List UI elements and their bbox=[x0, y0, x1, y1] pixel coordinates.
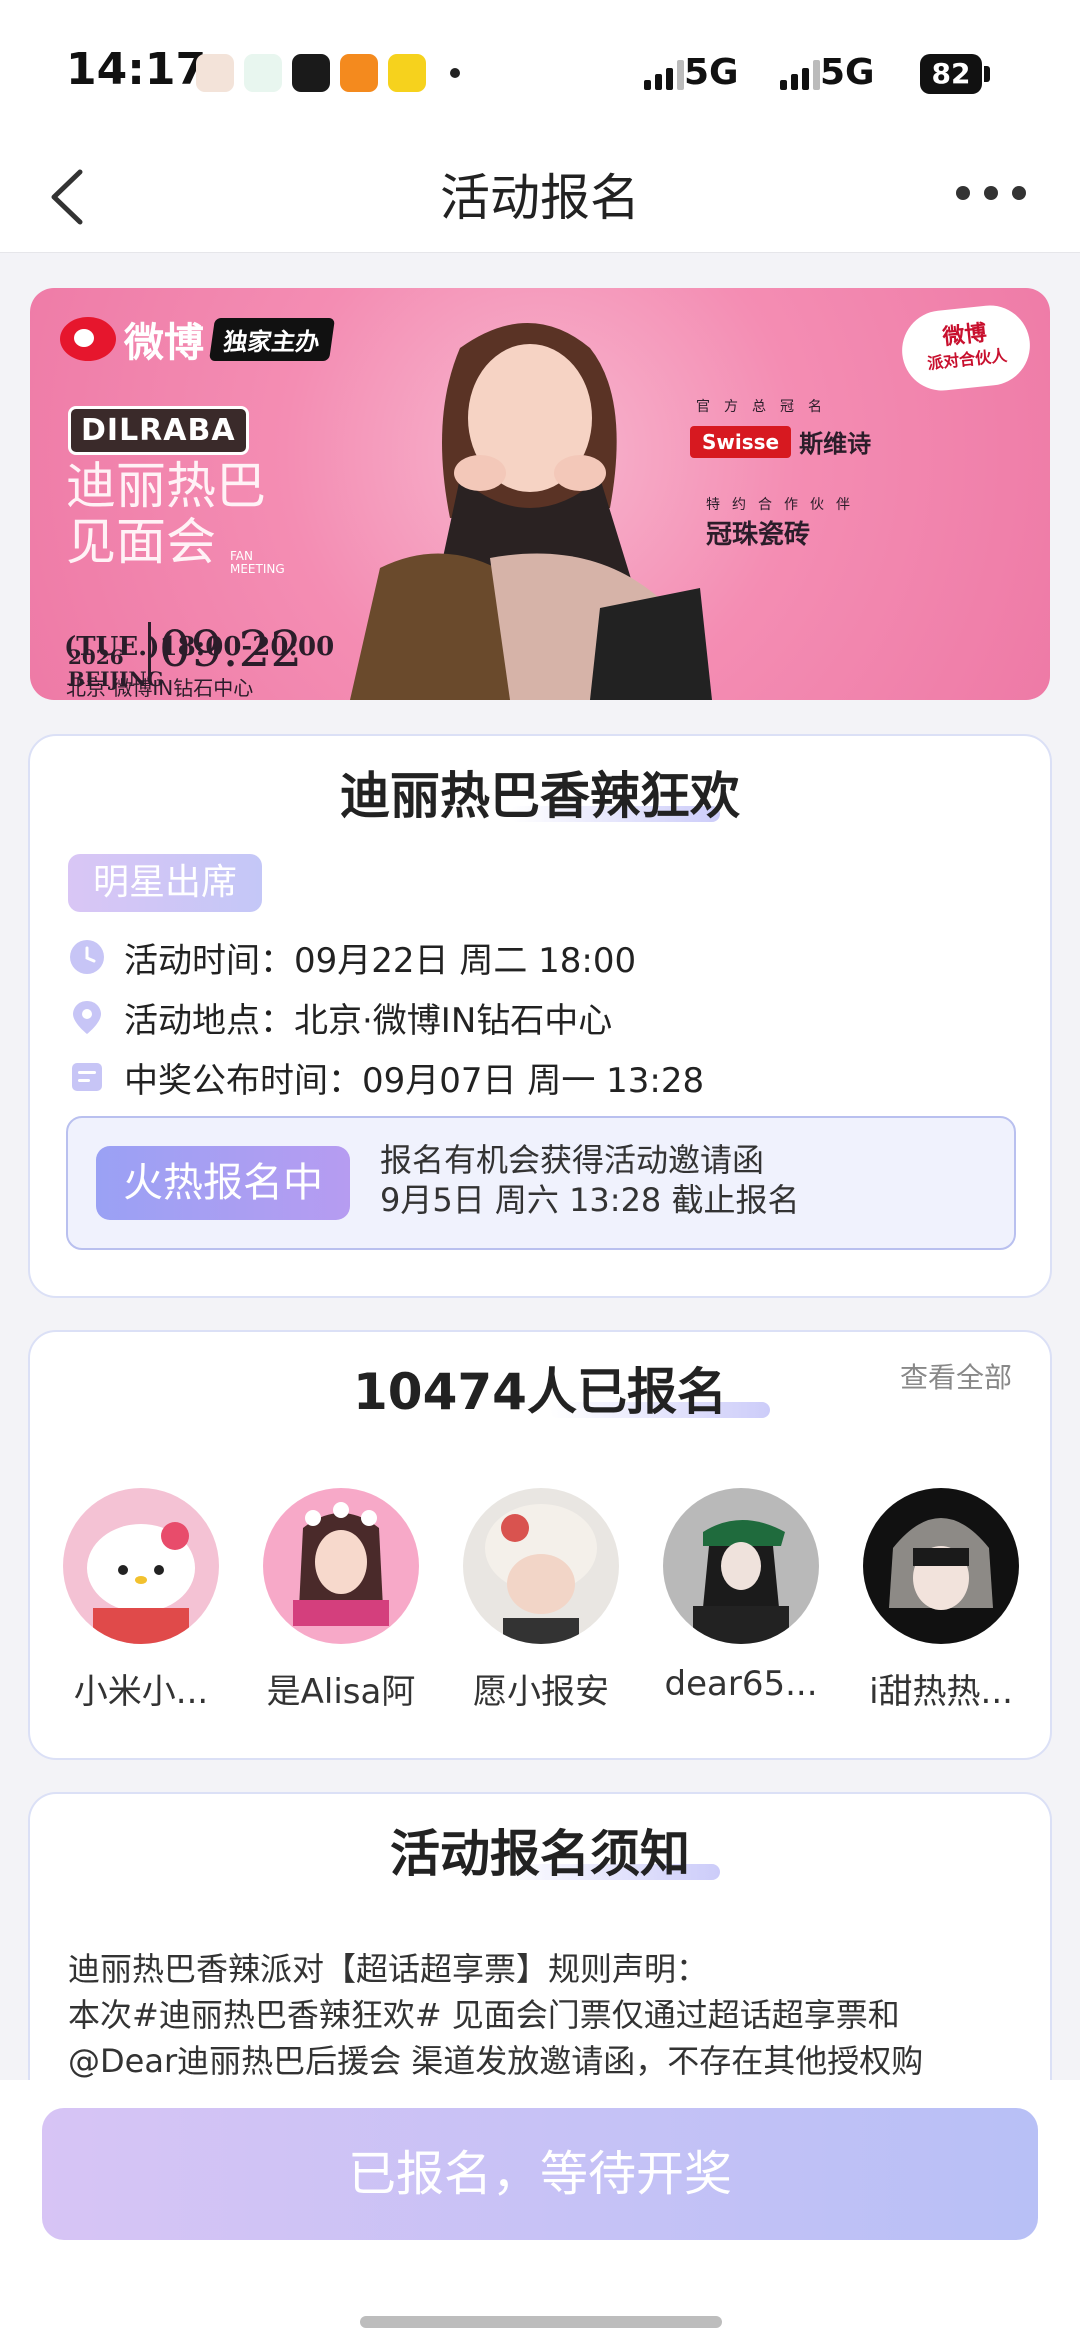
user-name: 是Alisa阿 bbox=[266, 1672, 416, 1712]
page-title: 活动报名 bbox=[440, 169, 640, 227]
signup-note-line1: 报名有机会获得活动邀请函 bbox=[380, 1141, 765, 1179]
dilraba-label: DILRABA bbox=[68, 406, 249, 455]
event-title: 迪丽热巴香辣狂欢 bbox=[340, 767, 740, 825]
user-avatar-item[interactable]: 愿小报安 bbox=[446, 1488, 636, 1713]
event-time-row: 活动时间：09月22日 周二 18:00 bbox=[68, 932, 636, 982]
event-location-row: 活动地点：北京·微博IN钻石中心 bbox=[68, 992, 612, 1042]
user-avatar-item[interactable]: i甜热热... bbox=[846, 1488, 1036, 1713]
event-time-text: 活动时间：09月22日 周二 18:00 bbox=[124, 940, 637, 981]
notice-line: 迪丽热巴香辣派对【超话超享票】规则声明： bbox=[68, 1950, 709, 1988]
notice-rules-text: 迪丽热巴香辣派对【超话超享票】规则声明： 本次#迪丽热巴香辣狂欢# 见面会门票仅… bbox=[68, 1946, 1018, 2084]
guanzhu-sponsor: 冠珠瓷砖 bbox=[706, 520, 811, 550]
exclusive-badge: 独家主办 bbox=[208, 317, 336, 361]
signup-notice-card: 活动报名须知 迪丽热巴香辣派对【超话超享票】规则声明： 本次#迪丽热巴香辣狂欢#… bbox=[28, 1792, 1052, 2092]
signal-icon bbox=[780, 58, 820, 90]
event-info-card: 迪丽热巴香辣狂欢 明星出席 活动时间：09月22日 周二 18:00 活动地点：… bbox=[28, 734, 1052, 1298]
signal-icon bbox=[644, 58, 684, 90]
user-name: i甜热热... bbox=[869, 1672, 1013, 1712]
signup-status-box: 火热报名中 报名有机会获得活动邀请函 9月5日 周六 13:28 截止报名 bbox=[66, 1116, 1016, 1250]
banner-place: 北京·微博IN钻石中心 bbox=[66, 676, 254, 700]
notice-line: @Dear迪丽热巴后援会 渠道发放邀请函，不存在其他授权购 bbox=[68, 2042, 924, 2080]
more-notifications-dot bbox=[450, 68, 460, 78]
notification-icons bbox=[196, 54, 460, 92]
swisse-logo: Swisse bbox=[690, 425, 792, 458]
avatar bbox=[63, 1488, 219, 1644]
signup-count-title: 10474人已报名 bbox=[353, 1363, 727, 1421]
home-indicator[interactable] bbox=[360, 2316, 722, 2328]
user-name: 小米小... bbox=[73, 1672, 209, 1712]
bottom-action-bar: 已报名，等待开奖 bbox=[0, 2080, 1080, 2344]
nav-bar: 活动报名 bbox=[0, 140, 1080, 253]
user-avatar-item[interactable]: 是Alisa阿 bbox=[246, 1488, 436, 1713]
swisse-cn-name: 斯维诗 bbox=[799, 430, 872, 458]
app-notification-icon bbox=[292, 54, 330, 92]
network-type: 5G bbox=[820, 52, 875, 93]
weibo-logo: 微博 独家主办 bbox=[60, 310, 336, 368]
weibo-icon bbox=[60, 317, 116, 361]
user-name: dear65... bbox=[664, 1664, 818, 1704]
avatar bbox=[263, 1488, 419, 1644]
sponsor-caption: 官方总冠名 bbox=[696, 399, 836, 415]
weibo-partner-badge: 微博 派对合伙人 bbox=[898, 301, 1034, 395]
status-bar: 14:17 5G 5G 82 bbox=[0, 0, 1080, 140]
status-time: 14:17 bbox=[66, 44, 207, 95]
fan-meeting-label: FAN MEETING bbox=[230, 549, 285, 576]
location-pin-icon bbox=[73, 1001, 101, 1034]
battery-cap bbox=[984, 66, 990, 82]
app-notification-icon bbox=[388, 54, 426, 92]
user-avatar-item[interactable]: 小米小... bbox=[46, 1488, 236, 1713]
weibo-text: 微博 bbox=[124, 320, 204, 366]
event-banner[interactable]: 微博 独家主办 DILRABA 迪丽热巴 见面会 FAN MEETING 202… bbox=[30, 288, 1050, 700]
coop-caption: 特约合作伙伴 bbox=[706, 497, 862, 513]
battery-indicator: 82 bbox=[920, 54, 982, 94]
app-notification-icon bbox=[244, 54, 282, 92]
signed-up-button[interactable]: 已报名，等待开奖 bbox=[42, 2108, 1038, 2240]
avatar bbox=[463, 1488, 619, 1644]
banner-name-line1: 迪丽热巴 bbox=[66, 457, 266, 515]
user-avatar-item[interactable]: dear65... bbox=[646, 1488, 836, 1713]
celebrity-attending-tag: 明星出席 bbox=[68, 854, 262, 912]
app-notification-icon bbox=[196, 54, 234, 92]
notice-line: 本次#迪丽热巴香辣狂欢# 见面会门票仅通过超话超享票和 bbox=[68, 1996, 900, 2034]
hot-signup-badge: 火热报名中 bbox=[96, 1146, 350, 1220]
signup-note-line2: 9月5日 周六 13:28 截止报名 bbox=[380, 1181, 800, 1219]
swisse-sponsor: Swisse 斯维诗 bbox=[690, 424, 871, 459]
avatar bbox=[863, 1488, 1019, 1644]
announce-time-text: 中奖公布时间：09月07日 周一 13:28 bbox=[124, 1060, 705, 1101]
notice-title: 活动报名须知 bbox=[390, 1825, 690, 1883]
more-options-icon[interactable] bbox=[956, 178, 1036, 208]
signups-card: 查看全部 10474人已报名 小米小... 是Alisa阿 愿小报安 dear6… bbox=[28, 1330, 1052, 1760]
network-type: 5G bbox=[684, 52, 739, 93]
celebrity-photo bbox=[350, 323, 712, 700]
calendar-icon bbox=[72, 1063, 102, 1091]
announce-time-row: 中奖公布时间：09月07日 周一 13:28 bbox=[68, 1052, 704, 1102]
banner-time: (TUE.)18:00-20:00 bbox=[64, 632, 335, 662]
app-notification-icon bbox=[340, 54, 378, 92]
avatar bbox=[663, 1488, 819, 1644]
user-name: 愿小报安 bbox=[473, 1672, 609, 1712]
signup-deadline-text: 报名有机会获得活动邀请函 9月5日 周六 13:28 截止报名 bbox=[380, 1140, 799, 1220]
clock-icon bbox=[70, 940, 104, 974]
event-location-text: 活动地点：北京·微博IN钻石中心 bbox=[124, 1000, 613, 1041]
signup-avatar-list: 小米小... 是Alisa阿 愿小报安 dear65... i甜热热... bbox=[46, 1488, 1036, 1713]
